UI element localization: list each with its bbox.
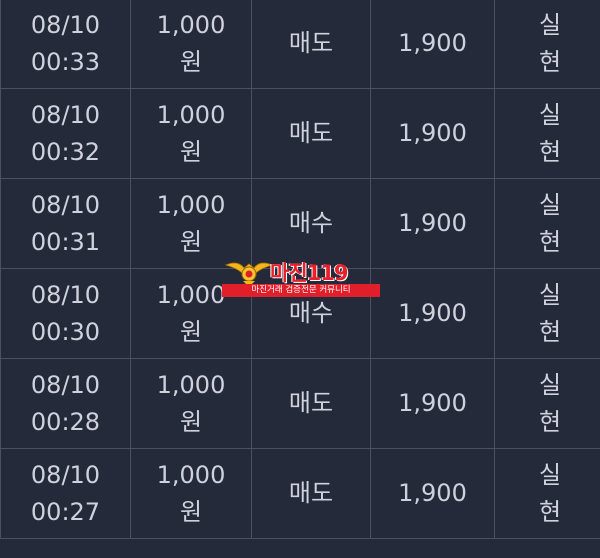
- trade-price: 1,900: [398, 299, 467, 327]
- trade-time-cell: 08/10 00:31: [0, 178, 131, 269]
- trade-side-cell: 매수: [251, 178, 371, 269]
- trade-status-top: 실: [538, 370, 562, 399]
- trade-time: 00:33: [30, 47, 101, 76]
- trade-status-top: 실: [538, 100, 562, 129]
- trade-price: 1,900: [398, 389, 467, 417]
- trade-amount-unit: 원: [179, 497, 203, 526]
- trade-price-cell: 1,900: [370, 0, 495, 89]
- trade-price-cell: 1,900: [370, 88, 495, 179]
- trade-status-cell: 실현: [494, 358, 600, 449]
- trade-price-cell: 1,900: [370, 178, 495, 269]
- trade-date: 08/10: [30, 280, 101, 309]
- trade-side: 매도: [288, 389, 334, 417]
- trade-status-bottom: 현: [538, 407, 562, 436]
- trade-status-cell: 실현: [494, 88, 600, 179]
- trade-amount-unit: 원: [179, 137, 203, 166]
- trade-date: 08/10: [30, 460, 101, 489]
- trade-status-bottom: 현: [538, 47, 562, 76]
- trade-amount: 1,000: [156, 190, 226, 219]
- trade-amount: 1,000: [156, 100, 226, 129]
- trade-side-cell: 매도: [251, 448, 371, 539]
- table-row: 08/10 00:27 1,000 원 매도 1,900 실 현: [0, 448, 600, 539]
- trade-time: 00:32: [30, 137, 101, 166]
- trade-status-bottom: 현: [538, 497, 562, 526]
- trade-price-cell: 1,900: [370, 268, 495, 359]
- table-row: 08/10 00:31 1,000 원 매수 1,900 실 현: [0, 178, 600, 269]
- trade-amount: 1,000: [156, 10, 226, 39]
- trade-date: 08/10: [30, 190, 101, 219]
- trade-time-cell: 08/10 00:33: [0, 0, 131, 89]
- trade-status-bottom: 현: [538, 137, 562, 166]
- trade-price-cell: 1,900: [370, 448, 495, 539]
- trade-status-top: 실: [538, 10, 562, 39]
- watermark-title: 마진119: [270, 261, 348, 285]
- trade-side-cell: 매도: [251, 358, 371, 449]
- trade-status-bottom: 현: [538, 317, 562, 346]
- trade-amount-cell: 1,000 원: [130, 448, 252, 539]
- trade-amount-unit: 원: [179, 227, 203, 256]
- trade-amount: 1,000: [156, 370, 226, 399]
- trade-amount-unit: 원: [179, 407, 203, 436]
- trade-side-cell: 매도: [251, 88, 371, 179]
- trade-amount-cell: 1,000 원: [130, 88, 252, 179]
- trade-side: 매수: [288, 299, 334, 327]
- trade-status-bottom: 현: [538, 227, 562, 256]
- trade-status-cell: 실현: [494, 178, 600, 269]
- trade-time-cell: 08/10 00:30: [0, 268, 131, 359]
- trade-side-cell: 매도: [251, 0, 371, 89]
- trade-status-top: 실: [538, 190, 562, 219]
- trade-side: 매도: [288, 479, 334, 507]
- trade-status-cell: 실현: [494, 448, 600, 539]
- trade-status-top: 실: [538, 280, 562, 309]
- trade-status-cell: 실현: [494, 0, 600, 89]
- trade-amount-cell: 1,000 원: [130, 358, 252, 449]
- trade-amount-unit: 원: [179, 47, 203, 76]
- trade-time: 00:28: [30, 407, 101, 436]
- trade-time: 00:30: [30, 317, 101, 346]
- trade-price: 1,900: [398, 479, 467, 507]
- trade-date: 08/10: [30, 370, 101, 399]
- trade-amount-unit: 원: [179, 317, 203, 346]
- trade-amount-cell: 1,000 원: [130, 178, 252, 269]
- trade-side: 매도: [288, 29, 334, 57]
- trade-price: 1,900: [398, 119, 467, 147]
- trade-side: 매수: [288, 209, 334, 237]
- trade-time: 00:31: [30, 227, 101, 256]
- watermark: 마진119 마진거래 검증전문 커뮤니티: [222, 256, 380, 298]
- trade-date: 08/10: [30, 10, 101, 39]
- table-row: 08/10 00:33 1,000 원 매도 1,900 실 현: [0, 0, 600, 89]
- trade-time-cell: 08/10 00:27: [0, 448, 131, 539]
- watermark-subtitle: 마진거래 검증전문 커뮤니티: [222, 284, 380, 297]
- trade-amount-cell: 1,000 원: [130, 0, 252, 89]
- trade-price: 1,900: [398, 29, 467, 57]
- trade-time-cell: 08/10 00:28: [0, 358, 131, 449]
- trade-date: 08/10: [30, 100, 101, 129]
- trade-amount: 1,000: [156, 460, 226, 489]
- trade-price-cell: 1,900: [370, 358, 495, 449]
- table-row: 08/10 00:28 1,000 원 매도 1,900 실 현: [0, 358, 600, 449]
- trade-time: 00:27: [30, 497, 101, 526]
- trade-side: 매도: [288, 119, 334, 147]
- table-row: 08/10 00:32 1,000 원 매도 1,900 실 현: [0, 88, 600, 179]
- trade-price: 1,900: [398, 209, 467, 237]
- trade-status-cell: 실현: [494, 268, 600, 359]
- trade-status-top: 실: [538, 460, 562, 489]
- trade-time-cell: 08/10 00:32: [0, 88, 131, 179]
